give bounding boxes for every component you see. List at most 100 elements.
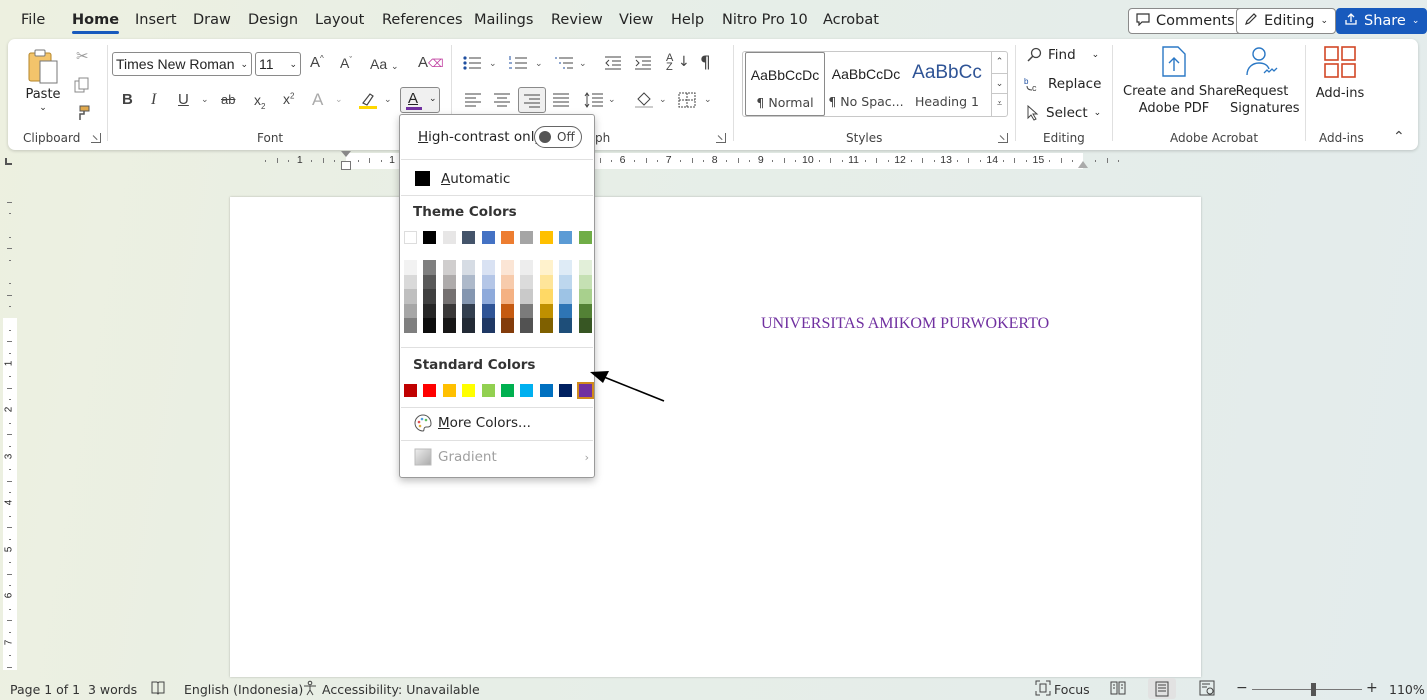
theme-color-swatch[interactable]: [559, 260, 573, 275]
theme-color-swatch[interactable]: [559, 289, 573, 304]
theme-color-swatch[interactable]: [423, 318, 437, 333]
subscript-icon[interactable]: x2: [254, 93, 265, 111]
zoom-out-icon[interactable]: −: [1236, 680, 1248, 696]
menu-tab-mailings[interactable]: Mailings: [474, 12, 533, 28]
theme-color-swatch[interactable]: [578, 274, 592, 290]
menu-tab-home[interactable]: Home: [72, 12, 120, 34]
request-signatures-button[interactable]: Request Signatures: [1230, 45, 1300, 117]
theme-color-swatch[interactable]: [520, 274, 534, 290]
theme-color-swatch[interactable]: [520, 303, 534, 319]
focus-label[interactable]: Focus: [1054, 682, 1090, 697]
theme-color-swatch[interactable]: [559, 318, 573, 333]
standard-color-swatch[interactable]: [520, 384, 534, 397]
standard-color-swatch[interactable]: [462, 384, 476, 397]
page-count[interactable]: Page 1 of 1: [10, 682, 80, 697]
theme-color-swatch[interactable]: [462, 303, 476, 319]
sort-icon[interactable]: AZ: [666, 53, 673, 73]
menu-tab-references[interactable]: References: [382, 12, 463, 28]
menu-tab-file[interactable]: File: [21, 12, 45, 28]
theme-color-swatch[interactable]: [559, 231, 573, 244]
theme-color-swatch[interactable]: [501, 231, 514, 244]
align-center-icon[interactable]: [493, 92, 511, 111]
chevron-down-icon[interactable]: ⌄: [704, 95, 712, 105]
collapse-ribbon-icon[interactable]: ⌃: [1393, 129, 1405, 145]
read-mode-icon[interactable]: [1110, 680, 1126, 699]
zoom-slider[interactable]: [1252, 683, 1362, 696]
document-page[interactable]: UNIVERSITAS AMIKOM PURWOKERTO: [230, 197, 1201, 677]
theme-color-swatch[interactable]: [442, 303, 456, 319]
theme-color-swatch[interactable]: [481, 260, 495, 275]
accessibility-status[interactable]: Accessibility: Unavailable: [322, 682, 480, 697]
paste-button[interactable]: Paste ⌄: [22, 45, 64, 117]
theme-color-swatch[interactable]: [578, 303, 592, 319]
standard-color-swatch[interactable]: [539, 384, 553, 397]
right-indent-marker[interactable]: [1078, 161, 1088, 168]
standard-color-swatch[interactable]: [404, 384, 417, 397]
font-name-select[interactable]: Times New Roman ⌄: [112, 52, 252, 76]
theme-color-swatch[interactable]: [423, 303, 437, 319]
paragraph-launcher-icon[interactable]: [716, 133, 726, 143]
standard-color-swatch[interactable]: [576, 382, 594, 399]
comments-button[interactable]: Comments: [1128, 8, 1243, 34]
document-text[interactable]: UNIVERSITAS AMIKOM PURWOKERTO: [761, 315, 1049, 333]
menu-tab-design[interactable]: Design: [248, 12, 298, 28]
italic-icon[interactable]: I: [151, 92, 156, 108]
theme-color-swatch[interactable]: [520, 231, 534, 244]
theme-color-swatch[interactable]: [404, 303, 417, 319]
ruler-corner-icon[interactable]: [5, 158, 12, 165]
automatic-color-option[interactable]: Automatic: [441, 171, 510, 187]
theme-color-swatch[interactable]: [559, 274, 573, 290]
theme-color-swatch[interactable]: [462, 231, 476, 244]
theme-color-swatch[interactable]: [404, 231, 417, 244]
clear-formatting-icon[interactable]: A⌫: [418, 55, 444, 70]
theme-color-swatch[interactable]: [462, 260, 476, 275]
increase-indent-icon[interactable]: [634, 55, 652, 74]
theme-color-swatch[interactable]: [539, 231, 553, 244]
chevron-down-icon[interactable]: ⌄: [535, 59, 543, 69]
select-button[interactable]: Select ⌄: [1026, 105, 1101, 121]
theme-color-swatch[interactable]: [481, 274, 495, 290]
shading-icon[interactable]: [634, 91, 654, 112]
accessibility-icon[interactable]: [302, 680, 318, 699]
horizontal-ruler[interactable]: 1123456789101112131415: [228, 151, 1203, 170]
theme-color-swatch[interactable]: [481, 303, 495, 319]
editing-mode-button[interactable]: Editing ⌄: [1236, 8, 1337, 34]
chevron-down-icon[interactable]: ⌄: [384, 95, 392, 105]
chevron-down-icon[interactable]: ⌄: [201, 95, 209, 105]
theme-color-swatch[interactable]: [442, 318, 456, 333]
theme-color-swatch[interactable]: [481, 231, 495, 244]
font-size-select[interactable]: 11 ⌄: [255, 52, 301, 76]
font-color-button[interactable]: A ⌄: [400, 87, 440, 113]
theme-color-swatch[interactable]: [501, 289, 514, 304]
focus-icon[interactable]: [1035, 680, 1051, 699]
word-count[interactable]: 3 words: [88, 682, 137, 697]
theme-color-swatch[interactable]: [404, 289, 417, 304]
standard-color-swatch[interactable]: [481, 384, 495, 397]
theme-color-swatch[interactable]: [559, 303, 573, 319]
menu-tab-insert[interactable]: Insert: [135, 12, 177, 28]
theme-color-swatch[interactable]: [539, 274, 553, 290]
create-share-pdf-button[interactable]: Create and Share Adobe PDF: [1123, 45, 1236, 117]
theme-color-swatch[interactable]: [481, 289, 495, 304]
theme-color-swatch[interactable]: [539, 318, 553, 333]
find-button[interactable]: Find ⌄: [1026, 47, 1099, 63]
print-layout-icon[interactable]: [1148, 678, 1176, 699]
chevron-up-icon[interactable]: ⌃: [992, 52, 1007, 73]
strikethrough-icon[interactable]: ab: [221, 93, 235, 106]
zoom-slider-thumb[interactable]: [1310, 683, 1316, 696]
first-line-indent-marker[interactable]: [341, 151, 351, 157]
chevron-down-icon[interactable]: ⌄: [335, 95, 343, 105]
theme-color-swatch[interactable]: [520, 289, 534, 304]
justify-icon[interactable]: [552, 92, 570, 111]
theme-color-swatch[interactable]: [442, 274, 456, 290]
theme-color-swatch[interactable]: [539, 289, 553, 304]
multilevel-list-icon[interactable]: [554, 55, 574, 74]
standard-color-swatch[interactable]: [501, 384, 514, 397]
highlight-icon[interactable]: [358, 90, 378, 113]
zoom-in-icon[interactable]: +: [1366, 680, 1378, 696]
theme-color-swatch[interactable]: [423, 289, 437, 304]
show-formatting-marks-icon[interactable]: ¶: [700, 55, 711, 72]
theme-color-swatch[interactable]: [442, 231, 456, 244]
menu-tab-acrobat[interactable]: Acrobat: [823, 12, 879, 28]
theme-color-swatch[interactable]: [404, 274, 417, 290]
